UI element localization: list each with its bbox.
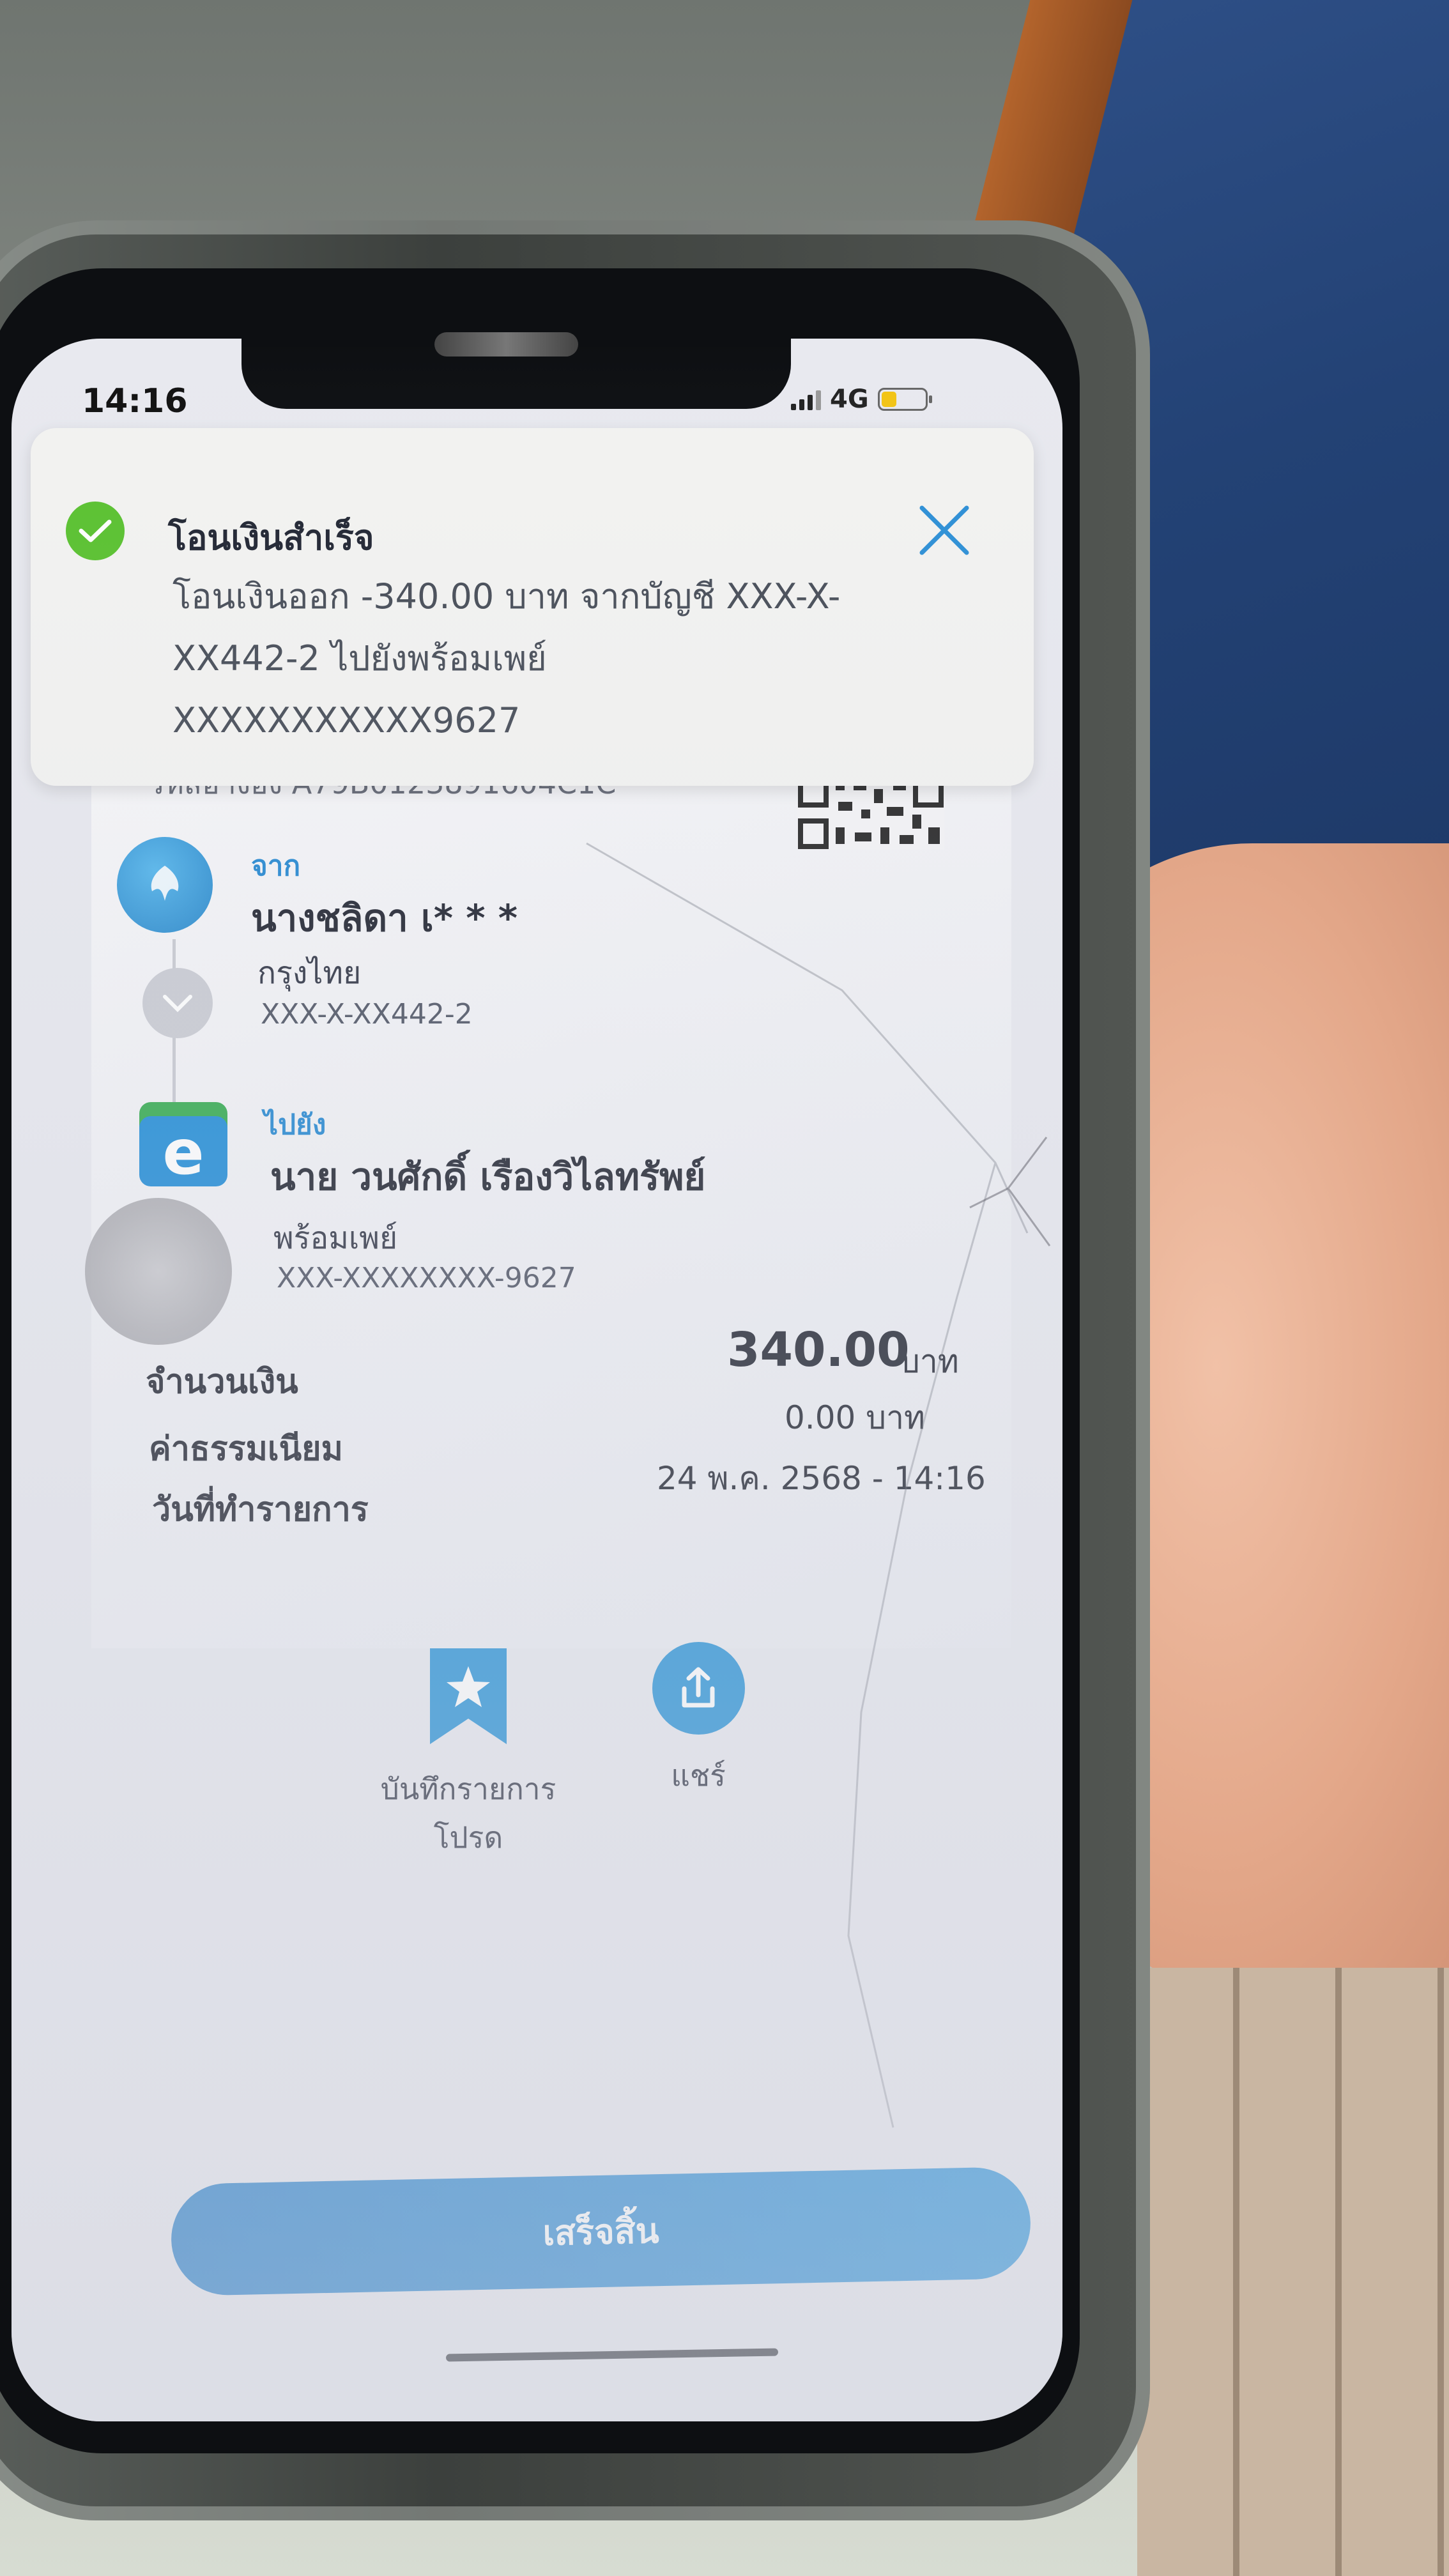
amount-unit: บาท <box>900 1343 959 1380</box>
network-type: 4G <box>830 385 869 414</box>
notification-title: โอนเงินสำเร็จ <box>168 518 374 558</box>
chevron-down-icon <box>142 968 213 1038</box>
notification-banner[interactable]: โอนเงินสำเร็จ โอนเงินออก -340.00 บาท จาก… <box>31 428 1034 786</box>
save-favorite-label-line2: โปรด <box>433 1820 503 1855</box>
sender-bank: กรุงไทย <box>257 955 362 991</box>
amount-label: จำนวนเงิน <box>146 1363 298 1401</box>
notification-message: โอนเงินออก -340.00 บาท จากบัญชี XXX-X- X… <box>172 565 901 751</box>
sender-name: นางชลิดา เ* * * <box>251 896 518 940</box>
transaction-date-label: วันที่ทำรายการ <box>152 1491 369 1529</box>
save-favorite-label: บันทึกรายการ โปรด <box>366 1765 571 1862</box>
recipient-account: XXX-XXXXXXXX-9627 <box>277 1262 576 1294</box>
battery-fill <box>881 392 896 407</box>
notification-message-line: โอนเงินออก -340.00 บาท จากบัญชี XXX-X- <box>172 576 841 617</box>
share-icon <box>652 1642 745 1735</box>
bank-logo-icon <box>117 837 213 933</box>
status-indicators: 4G <box>791 385 932 414</box>
transaction-date-value: 24 พ.ค. 2568 - 14:16 <box>657 1460 986 1497</box>
bird-emblem-icon <box>151 866 179 901</box>
fee-label: ค่าธรรมเนียม <box>149 1430 343 1468</box>
qr-code-icon[interactable] <box>797 776 944 850</box>
ewallet-icon: e <box>139 1102 227 1186</box>
status-time: 14:16 <box>82 382 188 420</box>
done-button[interactable]: เสร็จสิ้น <box>170 2166 1032 2297</box>
assistive-touch-button[interactable] <box>85 1198 232 1345</box>
notification-message-line: XX442-2 ไปยังพร้อมเพย์ <box>172 638 547 678</box>
earpiece-speaker <box>434 332 578 356</box>
to-label: ไปยัง <box>264 1108 326 1141</box>
home-indicator[interactable] <box>445 2348 779 2362</box>
close-icon[interactable] <box>912 498 976 562</box>
svg-text:e: e <box>162 1117 204 1186</box>
recipient-bank: พร้อมเพย์ <box>273 1220 398 1256</box>
battery-icon <box>877 388 932 411</box>
recipient-name: นาย วนศักดิ์ เรืองวิไลทรัพย์ <box>270 1155 706 1199</box>
signal-icon <box>791 388 821 410</box>
fee-value: 0.00 บาท <box>785 1399 925 1436</box>
sender-account: XXX-X-XX442-2 <box>261 998 473 1031</box>
bookmark-star-icon <box>430 1648 507 1744</box>
save-favorite-button[interactable]: บันทึกรายการ โปรด <box>366 1648 571 1862</box>
save-favorite-label-line1: บันทึกรายการ <box>380 1772 556 1806</box>
from-label: จาก <box>251 850 301 882</box>
check-circle-icon <box>66 502 125 560</box>
photo-wood <box>1137 1968 1449 2576</box>
share-label: แชร์ <box>671 1758 726 1793</box>
phone-screen: 14:16 4G รหัสอ้างอิง A79B0123891604C1C <box>12 339 1062 2421</box>
amount-value: 340.00 <box>727 1322 910 1377</box>
notification-message-line: XXXXXXXXXXX9627 <box>172 700 521 740</box>
share-button[interactable]: แชร์ <box>644 1642 753 1799</box>
